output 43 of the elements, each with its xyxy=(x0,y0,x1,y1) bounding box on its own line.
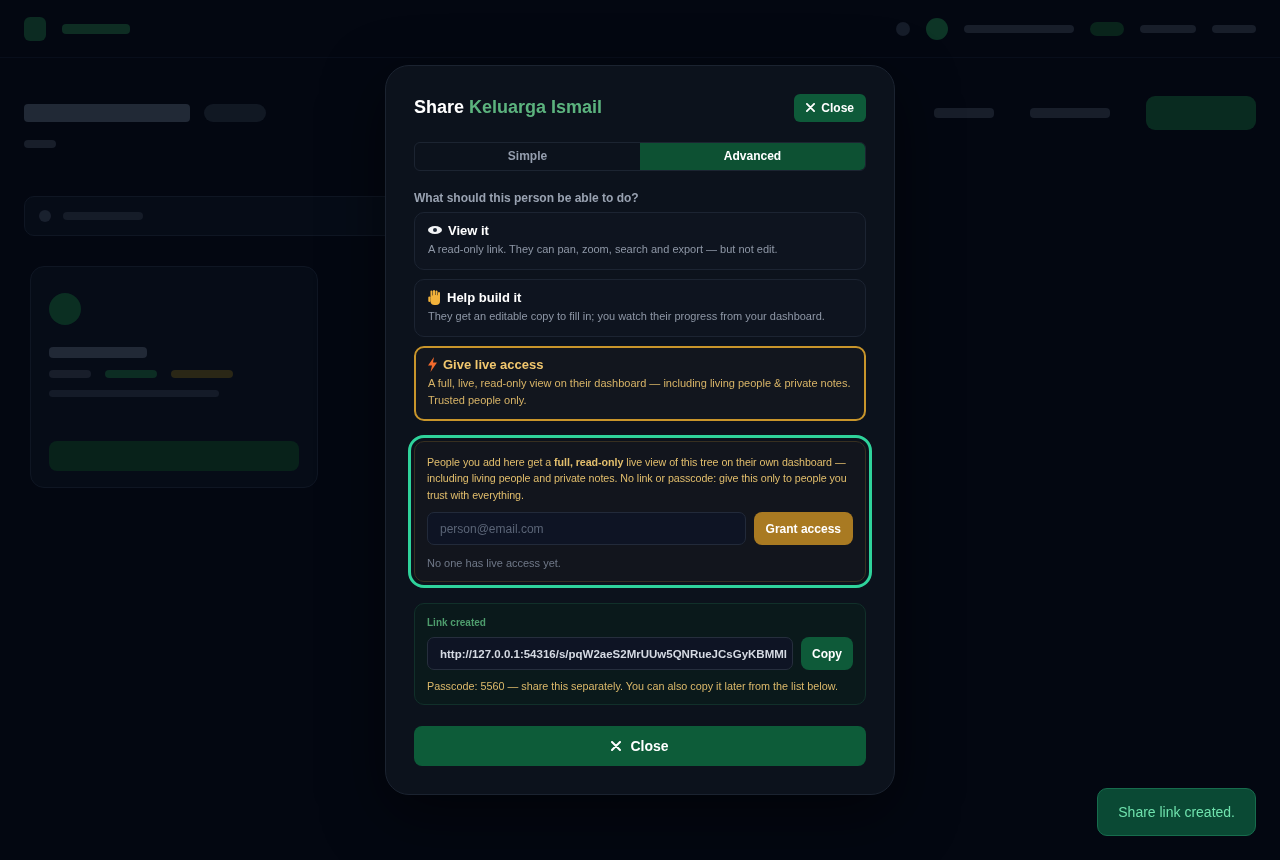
close-button[interactable]: Close xyxy=(414,726,866,767)
round-mark xyxy=(896,21,910,36)
question-label: What should this person be able to do? xyxy=(414,190,640,205)
email-field[interactable]: person@email.com xyxy=(427,512,746,546)
share-option[interactable]: Give live access A full, live, read-only view on their dashboard — including living people & private notes. Trusted people only. xyxy=(414,345,866,421)
option-description: They get an editable copy to fill in; you watch their progress from your dashboard. xyxy=(428,308,826,324)
option-title: Help build it xyxy=(447,289,522,305)
toast-message: Share link created. xyxy=(1097,788,1256,836)
close-button[interactable]: Close xyxy=(794,93,866,122)
dialog-title: Share xyxy=(414,97,465,119)
option-description: A read-only link. They can pan, zoom, search and export — but not edit. xyxy=(428,241,779,257)
avatar-circle xyxy=(49,293,81,325)
raised-hand-icon xyxy=(428,289,441,305)
close-icon xyxy=(806,103,816,113)
lightning-icon xyxy=(428,356,437,372)
copy-button[interactable]: Copy xyxy=(801,637,853,671)
text-bar xyxy=(105,370,157,378)
mode-tab[interactable]: Advanced xyxy=(640,142,865,170)
mode-tab[interactable]: Simple xyxy=(415,142,640,170)
text-bar xyxy=(934,108,994,118)
text-bar xyxy=(24,140,56,148)
text-bar xyxy=(171,370,233,378)
tree-name: Keluarga Ismail xyxy=(469,97,603,119)
text-bar xyxy=(1212,24,1256,33)
eye-icon xyxy=(428,226,442,235)
live-access-notice: People you add here get a full, read-only live view of this tree on their own dashboard — including living people and private notes. No link or passcode: give this only to people you trust with everything. xyxy=(427,454,848,503)
link-field[interactable]: http://127.0.0.1:54316/s/pqW2aeS2MrUUw5QNRueJCsGyKBMMl xyxy=(427,637,793,671)
close-icon xyxy=(611,741,622,752)
text-bar xyxy=(1140,24,1196,33)
passcode-note: Passcode: 5560 — share this separately. You can also copy it later from the list below. xyxy=(427,680,839,693)
share-option[interactable]: Help build it They get an editable copy to fill in; you watch their progress from your dashboard. xyxy=(414,278,866,337)
text-bar xyxy=(62,23,130,34)
blank-button[interactable] xyxy=(1146,96,1256,130)
option-description: A full, live, read-only view on their dashboard — including living people & private notes. Trusted people only. xyxy=(428,375,852,408)
grant-access-button[interactable]: Grant access xyxy=(753,512,853,546)
avatar-circle xyxy=(926,17,948,40)
empty-state-text: No one has live access yet. xyxy=(427,557,562,570)
link-heading: Link created xyxy=(427,617,487,629)
share-option[interactable]: View it A read-only link. They can pan, zoom, search and export — but not edit. xyxy=(414,211,866,270)
logo-mark xyxy=(24,16,46,41)
option-title: View it xyxy=(448,222,489,238)
option-title: Give live access xyxy=(443,356,544,372)
pill-shape xyxy=(1090,21,1124,36)
